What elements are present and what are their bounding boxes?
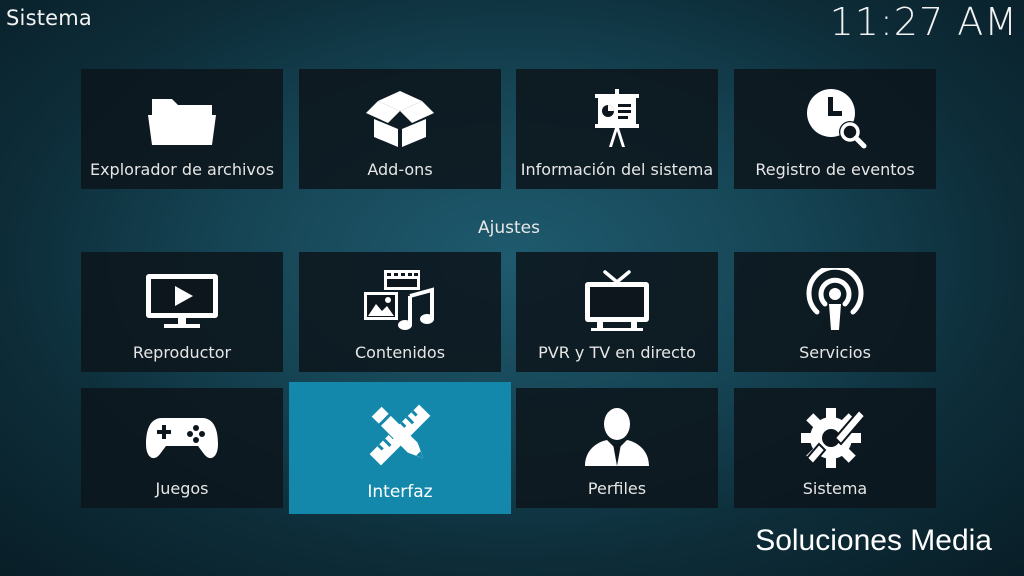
tile-label: Juegos bbox=[155, 479, 209, 498]
tile-label: Explorador de archivos bbox=[89, 160, 275, 179]
gear-wrench-icon bbox=[795, 404, 875, 470]
tile-file-manager[interactable]: Explorador de archivos bbox=[81, 69, 283, 189]
tv-play-icon bbox=[142, 268, 222, 334]
podcast-broadcast-icon bbox=[795, 268, 875, 334]
tile-profiles[interactable]: Perfiles bbox=[516, 388, 718, 508]
tile-games[interactable]: Juegos bbox=[81, 388, 283, 508]
tile-services[interactable]: Servicios bbox=[734, 252, 936, 372]
tile-label: Perfiles bbox=[587, 479, 647, 498]
antenna-tv-icon bbox=[577, 268, 657, 334]
tile-system[interactable]: Sistema bbox=[734, 388, 936, 508]
tile-label: Reproductor bbox=[132, 343, 232, 362]
tile-event-log[interactable]: Registro de eventos bbox=[734, 69, 936, 189]
tile-pvr-live-tv[interactable]: PVR y TV en directo bbox=[516, 252, 718, 372]
tile-label: Información del sistema bbox=[520, 160, 714, 179]
tile-label: Interfaz bbox=[367, 482, 433, 502]
user-profile-icon bbox=[577, 404, 657, 470]
tile-label: Registro de eventos bbox=[755, 160, 915, 179]
tile-label: Sistema bbox=[802, 479, 868, 498]
tile-system-info[interactable]: Información del sistema bbox=[516, 69, 718, 189]
pencil-ruler-icon bbox=[360, 402, 440, 468]
tile-media[interactable]: Contenidos bbox=[299, 252, 501, 372]
clock: 11:27 AM bbox=[829, 0, 1018, 44]
open-box-icon bbox=[360, 85, 440, 151]
page-title: Sistema bbox=[6, 6, 92, 30]
media-library-icon bbox=[360, 268, 440, 334]
tile-player[interactable]: Reproductor bbox=[81, 252, 283, 372]
tile-label: Servicios bbox=[799, 343, 871, 362]
clock-search-icon bbox=[795, 85, 875, 151]
tile-label: Add-ons bbox=[367, 160, 433, 179]
presentation-board-icon bbox=[577, 85, 657, 151]
tile-label: Contenidos bbox=[354, 343, 446, 362]
tile-interface[interactable]: Interfaz bbox=[289, 382, 511, 514]
section-title-ajustes: Ajustes bbox=[478, 218, 540, 238]
tile-add-ons[interactable]: Add-ons bbox=[299, 69, 501, 189]
folder-icon bbox=[142, 85, 222, 151]
gamepad-icon bbox=[142, 404, 222, 470]
tile-label: PVR y TV en directo bbox=[538, 343, 696, 362]
watermark: Soluciones Media bbox=[755, 524, 992, 557]
